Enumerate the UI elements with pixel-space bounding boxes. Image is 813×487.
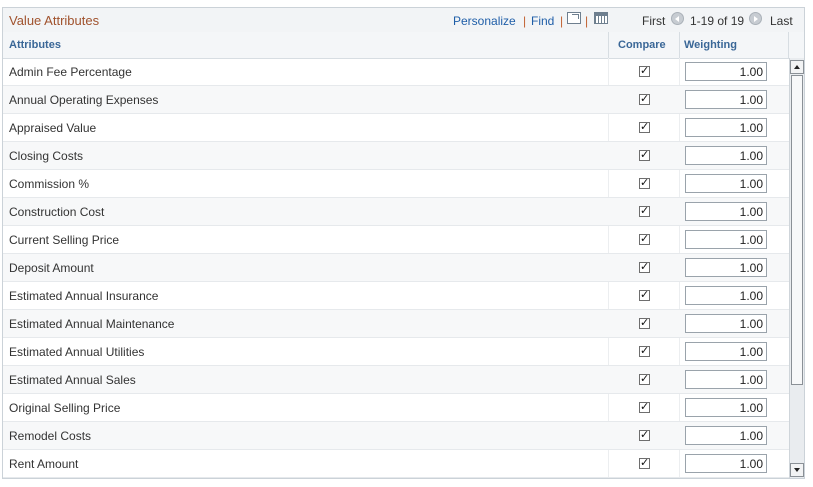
last-page-label[interactable]: Last bbox=[770, 14, 793, 28]
attribute-name: Estimated Annual Maintenance bbox=[9, 317, 175, 331]
table-row: Annual Operating Expenses ✓ 1.00 bbox=[3, 86, 789, 114]
first-page-label[interactable]: First bbox=[642, 14, 665, 28]
attribute-name: Annual Operating Expenses bbox=[9, 93, 159, 107]
table-row: Estimated Annual Maintenance ✓ 1.00 bbox=[3, 310, 789, 338]
weighting-input[interactable]: 1.00 bbox=[685, 426, 767, 445]
compare-checkbox[interactable]: ✓ bbox=[639, 262, 650, 273]
compare-checkbox[interactable]: ✓ bbox=[639, 150, 650, 161]
weighting-input[interactable]: 1.00 bbox=[685, 342, 767, 361]
next-arrow-icon[interactable] bbox=[749, 12, 762, 25]
table-row: Commission % ✓ 1.00 bbox=[3, 170, 789, 198]
compare-checkbox[interactable]: ✓ bbox=[639, 458, 650, 469]
weighting-input[interactable]: 1.00 bbox=[685, 62, 767, 81]
column-header-compare[interactable]: Compare bbox=[618, 39, 666, 51]
attribute-name: Remodel Costs bbox=[9, 429, 92, 443]
table-row: Deposit Amount ✓ 1.00 bbox=[3, 254, 789, 282]
table-row: Appraised Value ✓ 1.00 bbox=[3, 114, 789, 142]
toolbar-separator: | bbox=[523, 14, 527, 28]
weighting-input[interactable]: 1.00 bbox=[685, 146, 767, 165]
grid-title-bar: Value Attributes Personalize | Find | | … bbox=[3, 8, 804, 33]
weighting-input[interactable]: 1.00 bbox=[685, 314, 767, 333]
attribute-name: Rent Amount bbox=[9, 457, 79, 471]
weighting-input[interactable]: 1.00 bbox=[685, 398, 767, 417]
column-divider bbox=[679, 32, 680, 58]
table-row: Rent Amount ✓ 1.00 bbox=[3, 450, 789, 478]
compare-checkbox[interactable]: ✓ bbox=[639, 346, 650, 357]
grid-body: Admin Fee Percentage ✓ 1.00 Annual Operatin… bbox=[3, 58, 789, 478]
compare-checkbox[interactable]: ✓ bbox=[639, 122, 650, 133]
attribute-name: Estimated Annual Sales bbox=[9, 373, 136, 387]
attribute-name: Commission % bbox=[9, 177, 90, 191]
attribute-name: Admin Fee Percentage bbox=[9, 65, 132, 79]
attribute-name: Estimated Annual Insurance bbox=[9, 289, 159, 303]
attribute-name: Construction Cost bbox=[9, 205, 105, 219]
attribute-name: Appraised Value bbox=[9, 121, 97, 135]
compare-checkbox[interactable]: ✓ bbox=[639, 402, 650, 413]
download-icon[interactable] bbox=[594, 12, 608, 24]
compare-checkbox[interactable]: ✓ bbox=[639, 430, 650, 441]
column-header-attributes[interactable]: Attributes bbox=[9, 39, 61, 51]
table-row: Estimated Annual Utilities ✓ 1.00 bbox=[3, 338, 789, 366]
column-header-weighting[interactable]: Weighting bbox=[684, 39, 737, 51]
weighting-input[interactable]: 1.00 bbox=[685, 90, 767, 109]
column-divider bbox=[788, 32, 789, 58]
attribute-name: Estimated Annual Utilities bbox=[9, 345, 145, 359]
weighting-input[interactable]: 1.00 bbox=[685, 230, 767, 249]
table-row: Remodel Costs ✓ 1.00 bbox=[3, 422, 789, 450]
table-row: Original Selling Price ✓ 1.00 bbox=[3, 394, 789, 422]
attribute-name: Current Selling Price bbox=[9, 233, 120, 247]
value-attributes-grid: Value Attributes Personalize | Find | | … bbox=[2, 7, 805, 479]
table-row: Estimated Annual Insurance ✓ 1.00 bbox=[3, 282, 789, 310]
compare-checkbox[interactable]: ✓ bbox=[639, 206, 650, 217]
weighting-input[interactable]: 1.00 bbox=[685, 258, 767, 277]
table-row: Closing Costs ✓ 1.00 bbox=[3, 142, 789, 170]
compare-checkbox[interactable]: ✓ bbox=[639, 178, 650, 189]
scrollbar-thumb[interactable] bbox=[791, 75, 803, 385]
previous-arrow-icon[interactable] bbox=[671, 12, 684, 25]
grid-header-row: Attributes Compare Weighting bbox=[3, 32, 804, 59]
toolbar-separator: | bbox=[585, 14, 589, 28]
find-link[interactable]: Find bbox=[531, 14, 554, 28]
compare-checkbox[interactable]: ✓ bbox=[639, 66, 650, 77]
attribute-name: Closing Costs bbox=[9, 149, 84, 163]
personalize-link[interactable]: Personalize bbox=[453, 14, 516, 28]
weighting-input[interactable]: 1.00 bbox=[685, 454, 767, 473]
compare-checkbox[interactable]: ✓ bbox=[639, 318, 650, 329]
row-range-label: 1-19 of 19 bbox=[690, 14, 745, 28]
scroll-down-arrow-icon[interactable] bbox=[790, 463, 804, 477]
compare-checkbox[interactable]: ✓ bbox=[639, 234, 650, 245]
weighting-input[interactable]: 1.00 bbox=[685, 118, 767, 137]
toolbar-separator: | bbox=[560, 14, 564, 28]
weighting-input[interactable]: 1.00 bbox=[685, 202, 767, 221]
table-row: Current Selling Price ✓ 1.00 bbox=[3, 226, 789, 254]
view-all-icon[interactable] bbox=[567, 12, 581, 24]
vertical-scrollbar[interactable] bbox=[789, 58, 804, 478]
weighting-input[interactable]: 1.00 bbox=[685, 286, 767, 305]
weighting-input[interactable]: 1.00 bbox=[685, 370, 767, 389]
attribute-name: Original Selling Price bbox=[9, 401, 121, 415]
table-row: Estimated Annual Sales ✓ 1.00 bbox=[3, 366, 789, 394]
grid-title: Value Attributes bbox=[9, 13, 100, 28]
table-row: Construction Cost ✓ 1.00 bbox=[3, 198, 789, 226]
compare-checkbox[interactable]: ✓ bbox=[639, 374, 650, 385]
scroll-up-arrow-icon[interactable] bbox=[790, 60, 804, 74]
compare-checkbox[interactable]: ✓ bbox=[639, 290, 650, 301]
weighting-input[interactable]: 1.00 bbox=[685, 174, 767, 193]
table-row: Admin Fee Percentage ✓ 1.00 bbox=[3, 58, 789, 86]
attribute-name: Deposit Amount bbox=[9, 261, 94, 275]
compare-checkbox[interactable]: ✓ bbox=[639, 94, 650, 105]
column-divider bbox=[608, 32, 609, 58]
